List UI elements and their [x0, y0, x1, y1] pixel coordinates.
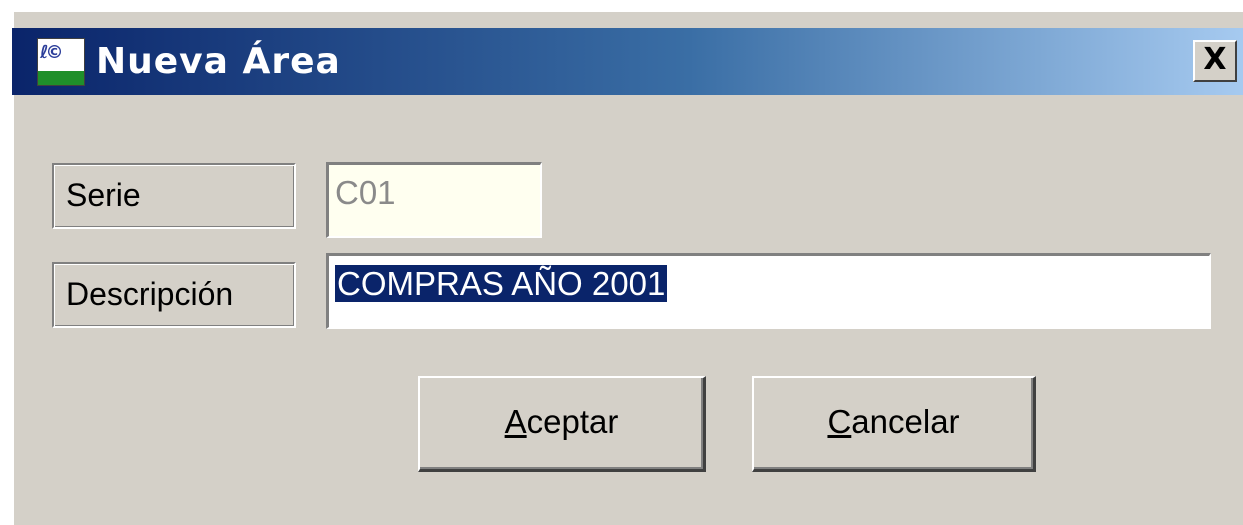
close-icon: X — [1203, 42, 1227, 77]
accept-accel: A — [504, 403, 527, 440]
descripcion-field[interactable]: COMPRAS AÑO 2001 — [326, 253, 1211, 329]
accept-button[interactable]: Aceptar — [418, 376, 706, 472]
cancel-label: ancelar — [851, 403, 960, 440]
descripcion-selected-text: COMPRAS AÑO 2001 — [335, 265, 668, 302]
serie-field[interactable]: C01 — [326, 162, 542, 238]
descripcion-label: Descripción — [52, 262, 296, 328]
cancel-accel: C — [827, 403, 852, 440]
window-title: Nueva Área — [96, 41, 341, 82]
title-bar[interactable]: ℓ© Nueva Área X — [12, 28, 1243, 95]
app-icon-stripe — [38, 71, 84, 85]
cancel-button[interactable]: Cancelar — [752, 376, 1036, 472]
app-icon-glyph: ℓ© — [40, 42, 63, 63]
accept-label: ceptar — [526, 403, 619, 440]
serie-label: Serie — [52, 163, 296, 229]
app-icon[interactable]: ℓ© — [37, 38, 85, 86]
close-button[interactable]: X — [1193, 40, 1237, 82]
